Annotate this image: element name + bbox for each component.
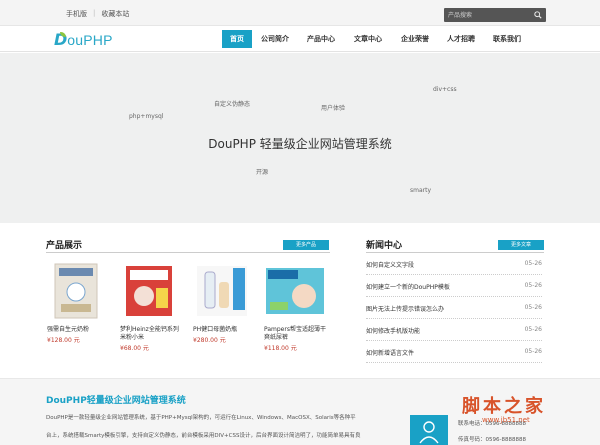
hero-tag: div+css: [433, 86, 457, 93]
site-watermark: 脚本之家 www.jb51.net: [462, 392, 546, 424]
nav-item-products[interactable]: 产品中心: [298, 30, 344, 48]
product-price: ¥280.00 元: [193, 337, 226, 344]
search-input[interactable]: [448, 10, 528, 20]
products-divider: [46, 252, 330, 253]
main-nav: 首页 公司简介 产品中心 文章中心 企业荣誉 人才招聘 联系我们: [222, 30, 530, 48]
product-price: ¥68.00 元: [120, 345, 149, 352]
product-price: ¥128.00 元: [47, 337, 80, 344]
product-image[interactable]: [47, 262, 105, 320]
news-item-title[interactable]: 如何建立一个新的DouPHP模板: [366, 282, 450, 291]
product-name[interactable]: PH健口母菌奶瓶: [193, 326, 257, 334]
site-logo[interactable]: D ouPHP: [54, 30, 113, 49]
more-news-button[interactable]: 更多文章: [498, 240, 544, 250]
product-image[interactable]: [193, 262, 251, 320]
product-name[interactable]: Pampers帮宝适超薄干爽纸尿裤: [264, 326, 328, 342]
product-name[interactable]: 梦利Heinz全能钙系列米粉小米: [120, 326, 184, 342]
news-item-title[interactable]: 如何新增语言文件: [366, 348, 414, 357]
top-links-separator: |: [93, 9, 96, 17]
product-image[interactable]: [264, 262, 324, 320]
hero-title: DouPHP 轻量级企业网站管理系统: [208, 137, 392, 151]
search-box: [444, 8, 546, 22]
news-item-date: 05-26: [524, 348, 542, 355]
product-price: ¥118.00 元: [264, 345, 297, 352]
bookmark-link[interactable]: 收藏本站: [101, 9, 129, 19]
about-description-line: DouPHP是一款轻量级企业网站管理系统，基于PHP+Mysql架构的，可运行在…: [46, 415, 356, 421]
news-item-date: 05-26: [524, 260, 542, 267]
news-item[interactable]: 如何自定义文字段 05-26: [366, 253, 542, 275]
contact-fax: 传真号码：0596-8888888: [458, 437, 526, 443]
news-title: 新闻中心: [366, 241, 403, 251]
product-card[interactable]: 强需自生元奶粉 ¥128.00 元: [47, 262, 112, 344]
watermark-text: 脚本之家: [462, 396, 546, 417]
contact-icon-box: [410, 415, 448, 445]
news-item-date: 05-26: [524, 304, 542, 311]
news-item-title[interactable]: 图片无法上传提示错误怎么办: [366, 304, 444, 313]
search-icon[interactable]: [534, 11, 542, 19]
product-image[interactable]: [120, 262, 178, 320]
news-item[interactable]: 如何新增语言文件 05-26: [366, 341, 542, 363]
hero-tag: smarty: [410, 187, 432, 194]
product-name[interactable]: 强需自生元奶粉: [47, 326, 111, 334]
top-links: 手机版 | 收藏本站: [66, 9, 129, 19]
news-item-title[interactable]: 如何自定义文字段: [366, 260, 414, 269]
hero-tag: 用户体验: [321, 105, 346, 112]
nav-item-about[interactable]: 公司简介: [252, 30, 298, 48]
product-card[interactable]: 梦利Heinz全能钙系列米粉小米 ¥68.00 元: [120, 262, 185, 352]
about-description-line: 台上，系统搭载Smarty模板引擎，支持自定义伪静态，前台模板采用DIV+CSS…: [46, 433, 361, 439]
hero-tag: php+mysql: [129, 113, 164, 120]
news-item[interactable]: 如何建立一个新的DouPHP模板 05-26: [366, 275, 542, 297]
hero-tag: 开源: [256, 169, 269, 176]
products-title: 产品展示: [46, 241, 83, 251]
user-icon: [419, 421, 439, 444]
logo-letter-d: D: [54, 30, 68, 49]
news-item-date: 05-26: [524, 282, 542, 289]
top-bar: 手机版 | 收藏本站: [0, 0, 600, 26]
product-card[interactable]: Pampers帮宝适超薄干爽纸尿裤 ¥118.00 元: [264, 262, 329, 352]
hero-tag: 自定义伪静态: [214, 101, 251, 108]
nav-item-honors[interactable]: 企业荣誉: [392, 30, 438, 48]
news-item-title[interactable]: 如何修改手机版功能: [366, 326, 420, 335]
logo-text: ouPHP: [67, 31, 113, 48]
more-products-button[interactable]: 更多产品: [283, 240, 329, 250]
mobile-version-link[interactable]: 手机版: [66, 9, 87, 19]
news-list: 如何自定义文字段 05-26 如何建立一个新的DouPHP模板 05-26 图片…: [366, 253, 542, 363]
header: D ouPHP 首页 公司简介 产品中心 文章中心 企业荣誉 人才招聘 联系我们: [0, 26, 600, 52]
about-title: DouPHP轻量级企业网站管理系统: [46, 396, 186, 406]
product-card[interactable]: PH健口母菌奶瓶 ¥280.00 元: [193, 262, 258, 344]
news-item[interactable]: 如何修改手机版功能 05-26: [366, 319, 542, 341]
nav-item-articles[interactable]: 文章中心: [344, 30, 392, 48]
news-item[interactable]: 图片无法上传提示错误怎么办 05-26: [366, 297, 542, 319]
hero-banner[interactable]: 自定义伪静态 用户体验 div+css php+mysql DouPHP 轻量级…: [0, 53, 600, 223]
nav-item-home[interactable]: 首页: [222, 30, 252, 48]
nav-item-contact[interactable]: 联系我们: [484, 30, 530, 48]
news-item-date: 05-26: [524, 326, 542, 333]
nav-item-jobs[interactable]: 人才招聘: [438, 30, 484, 48]
